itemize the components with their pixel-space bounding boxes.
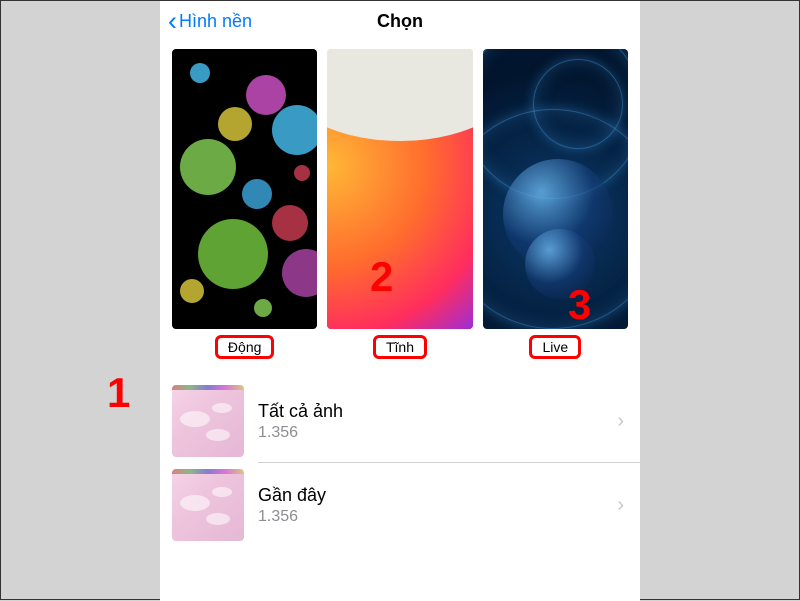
album-info: Gần đây 1.356 (258, 485, 603, 526)
wallpaper-category-still[interactable]: Tĩnh (327, 49, 472, 359)
still-wallpaper-thumbnail (327, 49, 472, 329)
album-thumbnail (172, 469, 244, 541)
chevron-right-icon: › (617, 494, 628, 517)
back-label: Hình nền (179, 11, 252, 32)
album-thumbnail (172, 385, 244, 457)
album-row-recent[interactable]: Gần đây 1.356 › (160, 463, 640, 547)
annotation-1: 1 (107, 369, 130, 417)
album-count: 1.356 (258, 424, 603, 442)
album-row-all-photos[interactable]: Tất cả ảnh 1.356 › (160, 379, 640, 463)
album-info: Tất cả ảnh 1.356 (258, 401, 603, 442)
album-title: Tất cả ảnh (258, 401, 603, 422)
chevron-left-icon: ‹ (168, 8, 177, 35)
album-title: Gần đây (258, 485, 603, 506)
wallpaper-category-dynamic[interactable]: 2 3 Động (172, 49, 317, 359)
album-count: 1.356 (258, 508, 603, 526)
dynamic-wallpaper-thumbnail (172, 49, 317, 329)
live-wallpaper-thumbnail (483, 49, 628, 329)
annotation-3: 3 (568, 281, 591, 329)
chevron-right-icon: › (617, 410, 628, 433)
page-title: Chọn (377, 11, 423, 32)
wallpaper-label-still: Tĩnh (373, 335, 427, 359)
annotation-2: 2 (370, 253, 393, 301)
wallpaper-category-grid: 2 3 Động Tĩnh Live (160, 41, 640, 363)
album-list: Tất cả ảnh 1.356 › Gần đây 1.356 › (160, 379, 640, 547)
wallpaper-label-live: Live (529, 335, 581, 359)
navigation-bar: ‹ Hình nền Chọn (160, 1, 640, 41)
back-button[interactable]: ‹ Hình nền (168, 8, 252, 35)
phone-screen: ‹ Hình nền Chọn 2 3 Động (160, 1, 640, 601)
wallpaper-category-live[interactable]: Live (483, 49, 628, 359)
wallpaper-label-dynamic: Động (215, 335, 274, 359)
